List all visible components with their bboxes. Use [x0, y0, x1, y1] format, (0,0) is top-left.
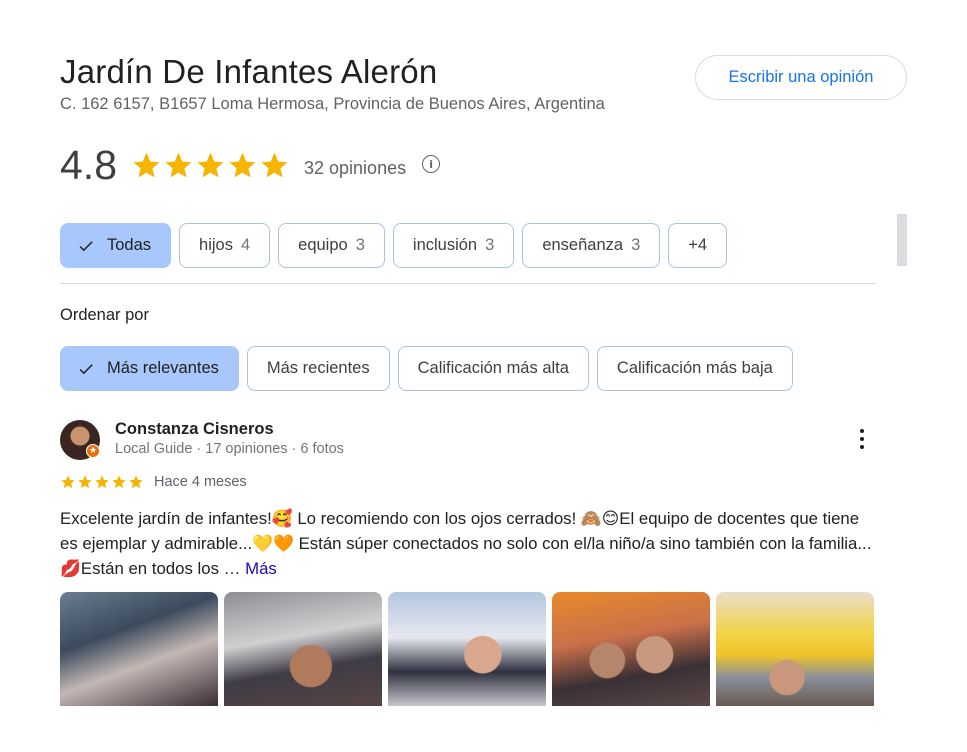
- info-icon[interactable]: i: [422, 155, 441, 173]
- review-photo[interactable]: [224, 592, 382, 706]
- rating-summary: 4.8 32 opiniones i: [60, 141, 441, 189]
- chip-more-topics[interactable]: +4: [668, 223, 728, 268]
- rating-stars: [131, 150, 290, 181]
- chip-hijos[interactable]: hijos 4: [179, 223, 271, 268]
- scrollbar-thumb[interactable]: [897, 214, 907, 266]
- chip-count: 3: [631, 236, 641, 254]
- star-icon: [95, 475, 109, 489]
- review-count[interactable]: 32 opiniones: [304, 158, 406, 179]
- chip-label: inclusión: [412, 236, 478, 254]
- chip-equipo[interactable]: equipo 3: [278, 223, 385, 268]
- star-icon: [165, 152, 192, 177]
- chip-label: Todas: [107, 236, 152, 254]
- local-guide-badge-icon: ★: [86, 444, 100, 458]
- chip-label: Más relevantes: [107, 359, 219, 377]
- sort-most-relevant[interactable]: Más relevantes: [60, 346, 239, 391]
- review-photo[interactable]: [60, 592, 218, 706]
- place-address: C. 162 6157, B1657 Loma Hermosa, Provinc…: [60, 95, 605, 113]
- topic-filter-chips: Todas hijos 4 equipo 3 inclusión 3 enseñ…: [60, 223, 728, 268]
- star-icon: [129, 475, 143, 489]
- sort-chips: Más relevantes Más recientes Calificació…: [60, 346, 793, 391]
- review-body: Excelente jardín de infantes!🥰 Lo recomi…: [60, 509, 872, 578]
- chip-label: equipo: [298, 236, 348, 254]
- review-stars: [60, 474, 144, 490]
- chip-label: Calificación más alta: [417, 359, 569, 377]
- check-icon: [79, 240, 93, 251]
- chip-count: 3: [355, 236, 365, 254]
- place-title: Jardín De Infantes Alerón: [60, 53, 438, 90]
- review-text: Excelente jardín de infantes!🥰 Lo recomi…: [60, 506, 875, 581]
- sort-highest-rating[interactable]: Calificación más alta: [397, 346, 589, 391]
- review-photo[interactable]: [716, 592, 874, 706]
- star-icon: [61, 475, 75, 489]
- star-icon: [229, 152, 256, 177]
- chip-label: +4: [688, 236, 708, 254]
- chip-ensenanza[interactable]: enseñanza 3: [522, 223, 661, 268]
- star-icon: [78, 475, 92, 489]
- chip-label: Calificación más baja: [616, 359, 773, 377]
- review-rating-row: Hace 4 meses: [60, 474, 247, 490]
- more-link[interactable]: Más: [245, 559, 277, 578]
- rating-value: 4.8: [60, 141, 117, 188]
- chip-label: enseñanza: [542, 236, 624, 254]
- sort-most-recent[interactable]: Más recientes: [246, 346, 390, 391]
- divider: [60, 283, 877, 284]
- star-icon: [133, 152, 160, 177]
- place-header: Jardín De Infantes Alerón C. 162 6157, B…: [60, 54, 680, 114]
- review-date: Hace 4 meses: [154, 474, 247, 490]
- review-photo[interactable]: [552, 592, 710, 706]
- review-photos: [60, 592, 874, 706]
- more-options-icon[interactable]: [854, 426, 870, 452]
- chip-count: 4: [240, 236, 251, 254]
- star-icon: [112, 475, 126, 489]
- chip-todas[interactable]: Todas: [60, 223, 172, 268]
- review-author-meta: Local Guide · 17 opiniones · 6 fotos: [115, 441, 344, 457]
- check-icon: [79, 363, 93, 374]
- star-icon: [261, 152, 288, 177]
- review-author[interactable]: Constanza Cisneros: [115, 420, 274, 439]
- write-review-button[interactable]: Escribir una opinión: [695, 55, 907, 100]
- chip-label: hijos: [199, 236, 233, 254]
- chip-count: 3: [485, 236, 495, 254]
- review-photo[interactable]: [388, 592, 546, 706]
- sort-lowest-rating[interactable]: Calificación más baja: [596, 346, 793, 391]
- chip-inclusion[interactable]: inclusión 3: [392, 223, 515, 268]
- chip-label: Más recientes: [266, 359, 370, 377]
- star-icon: [197, 152, 224, 177]
- sort-label: Ordenar por: [60, 306, 149, 324]
